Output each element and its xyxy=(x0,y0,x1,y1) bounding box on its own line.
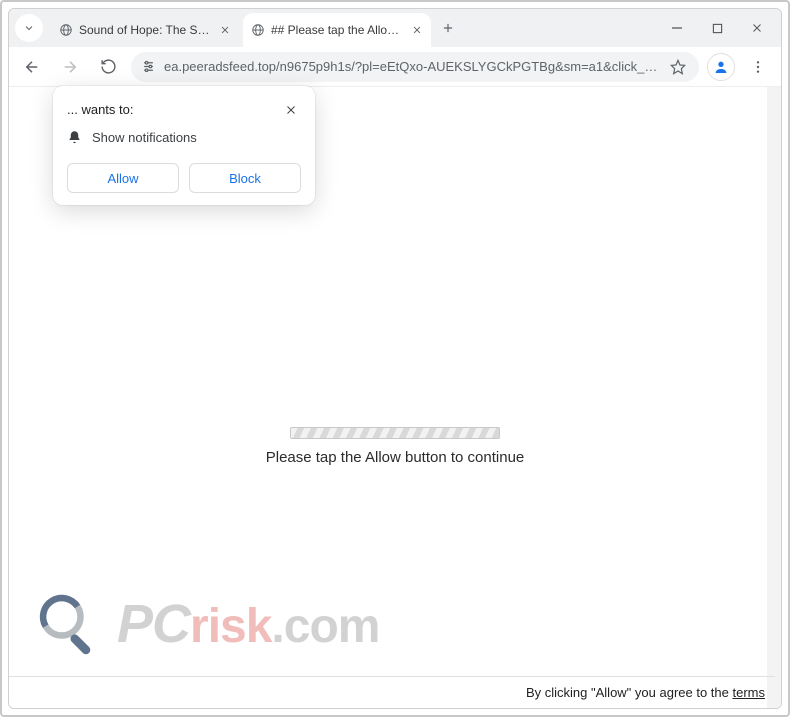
watermark: PCrisk.com xyxy=(33,588,379,660)
progress-bar xyxy=(290,427,500,439)
profile-button[interactable] xyxy=(707,53,735,81)
permission-title: ... wants to: xyxy=(67,100,133,117)
globe-icon xyxy=(251,23,265,37)
address-bar[interactable]: ea.peeradsfeed.top/n9675p9h1s/?pl=eEtQxo… xyxy=(131,52,699,82)
tab-title: ## Please tap the Allow button xyxy=(271,23,403,37)
new-tab-button[interactable] xyxy=(435,15,461,41)
kebab-icon xyxy=(750,59,766,75)
back-button[interactable] xyxy=(17,52,47,82)
reload-icon xyxy=(100,58,117,75)
globe-icon xyxy=(59,23,73,37)
toolbar: ea.peeradsfeed.top/n9675p9h1s/?pl=eEtQxo… xyxy=(9,47,781,87)
window-controls xyxy=(657,13,777,43)
close-window-button[interactable] xyxy=(737,13,777,43)
allow-button[interactable]: Allow xyxy=(67,163,179,193)
permission-prompt: ... wants to: Show notifications Allow B… xyxy=(53,86,315,205)
bookmark-button[interactable] xyxy=(667,56,689,78)
magnifier-icon xyxy=(33,588,105,660)
app-frame: Sound of Hope: The Story of Po ## Please… xyxy=(0,0,790,717)
arrow-left-icon xyxy=(23,58,41,76)
page-center: Please tap the Allow button to continue xyxy=(9,427,781,466)
minimize-icon xyxy=(671,22,683,34)
watermark-com: .com xyxy=(271,600,379,653)
page-viewport: ... wants to: Show notifications Allow B… xyxy=(9,87,781,708)
tab-search-button[interactable] xyxy=(15,14,43,42)
permission-body: Show notifications xyxy=(92,130,197,145)
watermark-risk: risk xyxy=(190,600,271,653)
tab-inactive[interactable]: Sound of Hope: The Story of Po xyxy=(51,15,239,45)
star-icon xyxy=(670,59,686,75)
footer-text: By clicking "Allow" you agree to the xyxy=(526,685,729,700)
site-settings-icon xyxy=(141,59,156,74)
footer: By clicking "Allow" you agree to the ter… xyxy=(9,676,775,708)
terms-link[interactable]: terms xyxy=(733,685,766,700)
titlebar: Sound of Hope: The Story of Po ## Please… xyxy=(9,9,781,47)
watermark-text: PCrisk.com xyxy=(117,593,379,655)
tab-close-button[interactable] xyxy=(409,22,425,38)
minimize-button[interactable] xyxy=(657,13,697,43)
permission-close-button[interactable] xyxy=(281,100,301,120)
forward-button[interactable] xyxy=(55,52,85,82)
reload-button[interactable] xyxy=(93,52,123,82)
url-text: ea.peeradsfeed.top/n9675p9h1s/?pl=eEtQxo… xyxy=(164,59,659,74)
tab-close-button[interactable] xyxy=(217,22,233,38)
browser-window: Sound of Hope: The Story of Po ## Please… xyxy=(8,8,782,709)
bell-icon xyxy=(67,130,82,145)
block-button[interactable]: Block xyxy=(189,163,301,193)
chevron-down-icon xyxy=(23,22,35,34)
plus-icon xyxy=(441,21,455,35)
close-icon xyxy=(220,25,230,35)
close-icon xyxy=(751,22,763,34)
maximize-icon xyxy=(712,23,723,34)
center-message: Please tap the Allow button to continue xyxy=(266,449,525,466)
arrow-right-icon xyxy=(61,58,79,76)
menu-button[interactable] xyxy=(743,52,773,82)
tab-active[interactable]: ## Please tap the Allow button xyxy=(243,13,431,47)
tab-title: Sound of Hope: The Story of Po xyxy=(79,23,211,37)
person-icon xyxy=(713,59,729,75)
close-icon xyxy=(412,25,422,35)
maximize-button[interactable] xyxy=(697,13,737,43)
vertical-scrollbar[interactable] xyxy=(767,87,781,708)
watermark-pc: PC xyxy=(117,594,190,654)
close-icon xyxy=(285,104,297,116)
